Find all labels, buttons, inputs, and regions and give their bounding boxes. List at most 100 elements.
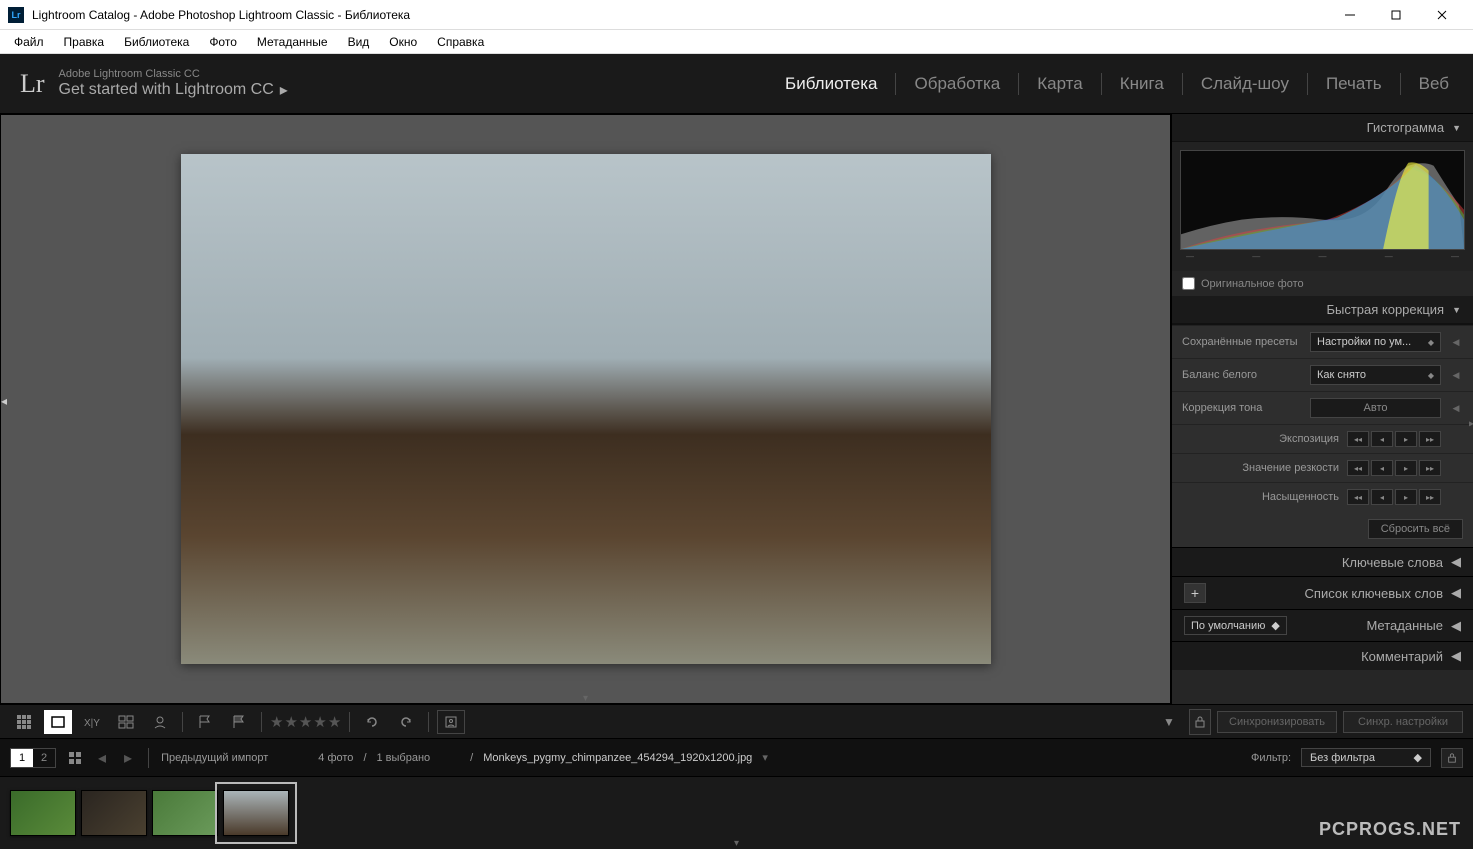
maximize-button[interactable] — [1373, 0, 1419, 30]
flag-reject-button[interactable] — [225, 710, 253, 734]
sharpness-increase-big[interactable]: ▸▸ — [1419, 460, 1441, 476]
exposure-decrease-big[interactable]: ◂◂ — [1347, 431, 1369, 447]
white-balance-select[interactable]: Как снято◆ — [1310, 365, 1441, 385]
survey-view-button[interactable] — [112, 710, 140, 734]
saturation-increase-big[interactable]: ▸▸ — [1419, 489, 1441, 505]
menu-view[interactable]: Вид — [338, 31, 380, 53]
logo-subtitle-bottom[interactable]: Get started with Lightroom CC▸ — [59, 80, 288, 100]
primary-display-button[interactable]: 1 — [11, 749, 33, 767]
right-panel: Гистограмма▼ ————— Оригинальное фото Быс… — [1171, 114, 1473, 704]
comment-header[interactable]: Комментарий◀ — [1172, 641, 1473, 670]
close-button[interactable] — [1419, 0, 1465, 30]
module-print[interactable]: Печать — [1322, 74, 1386, 94]
exposure-increase-big[interactable]: ▸▸ — [1419, 431, 1441, 447]
thumbnail-4[interactable] — [223, 790, 289, 836]
rotate-left-button[interactable] — [358, 710, 386, 734]
svg-text:X|Y: X|Y — [84, 718, 100, 729]
grid-icon[interactable] — [66, 746, 84, 770]
metadata-header[interactable]: По умолчанию◆ Метаданные◀ — [1172, 609, 1473, 641]
sharpness-decrease-big[interactable]: ◂◂ — [1347, 460, 1369, 476]
collapse-toggle[interactable]: ◀ — [1449, 337, 1463, 348]
thumbnail-2[interactable] — [81, 790, 147, 836]
module-book[interactable]: Книга — [1116, 74, 1168, 94]
play-icon: ▸ — [280, 80, 288, 100]
grid-view-button[interactable] — [10, 710, 38, 734]
thumbnail-3[interactable] — [152, 790, 218, 836]
toolbar: X|Y ★★★★★ ▼ Синхронизировать Синхр. наст… — [0, 704, 1473, 738]
module-slideshow[interactable]: Слайд-шоу — [1197, 74, 1293, 94]
nav-back-button[interactable]: ◂ — [94, 748, 110, 768]
dropdown-icon: ◆ — [1428, 371, 1434, 380]
filter-label: Фильтр: — [1251, 752, 1291, 764]
module-web[interactable]: Веб — [1415, 74, 1453, 94]
star-4[interactable]: ★ — [313, 713, 326, 731]
photo-canvas[interactable]: ◂ ▾ — [0, 114, 1171, 704]
sync-button[interactable]: Синхронизировать — [1217, 711, 1337, 733]
menu-library[interactable]: Библиотека — [114, 31, 199, 53]
exposure-decrease[interactable]: ◂ — [1371, 431, 1393, 447]
sharpness-increase[interactable]: ▸ — [1395, 460, 1417, 476]
saturation-increase[interactable]: ▸ — [1395, 489, 1417, 505]
star-5[interactable]: ★ — [328, 713, 341, 731]
menu-window[interactable]: Окно — [379, 31, 427, 53]
module-library[interactable]: Библиотека — [781, 74, 881, 94]
keywords-header[interactable]: Ключевые слова◀ — [1172, 547, 1473, 576]
original-photo-checkbox[interactable] — [1182, 277, 1195, 290]
thumbnail-1[interactable] — [10, 790, 76, 836]
collapse-toggle[interactable]: ◀ — [1449, 370, 1463, 381]
separator — [261, 712, 262, 732]
saved-presets-select[interactable]: Настройки по ум...◆ — [1310, 332, 1441, 352]
source-label[interactable]: Предыдущий импорт — [161, 752, 268, 764]
auto-button[interactable]: Авто — [1310, 398, 1441, 418]
quick-correction-header[interactable]: Быстрая коррекция▼ — [1172, 296, 1473, 324]
loupe-view-button[interactable] — [44, 710, 72, 734]
reset-all-button[interactable]: Сбросить всё — [1368, 519, 1463, 539]
metadata-mode-select[interactable]: По умолчанию◆ — [1184, 616, 1287, 635]
menu-help[interactable]: Справка — [427, 31, 494, 53]
flag-pick-button[interactable] — [191, 710, 219, 734]
face-detection-button[interactable] — [437, 710, 465, 734]
filmstrip[interactable]: PCPROGS.NET ▾ — [0, 776, 1473, 848]
menu-edit[interactable]: Правка — [54, 31, 115, 53]
nav-forward-button[interactable]: ▸ — [120, 748, 136, 768]
sync-settings-button[interactable]: Синхр. настройки — [1343, 711, 1463, 733]
saturation-decrease-big[interactable]: ◂◂ — [1347, 489, 1369, 505]
left-panel-toggle[interactable]: ◂ — [1, 394, 9, 424]
people-view-button[interactable] — [146, 710, 174, 734]
secondary-display-button[interactable]: 2 — [33, 749, 55, 767]
rotate-right-button[interactable] — [392, 710, 420, 734]
menu-file[interactable]: Файл — [4, 31, 54, 53]
minimize-button[interactable] — [1327, 0, 1373, 30]
chevron-left-icon: ◀ — [1451, 554, 1461, 570]
star-3[interactable]: ★ — [299, 713, 312, 731]
filmstrip-toggle[interactable]: ▾ — [734, 838, 739, 849]
keyword-list-header[interactable]: + Список ключевых слов◀ — [1172, 576, 1473, 609]
saturation-decrease[interactable]: ◂ — [1371, 489, 1393, 505]
histogram-header[interactable]: Гистограмма▼ — [1172, 114, 1473, 142]
star-2[interactable]: ★ — [284, 713, 297, 731]
module-map[interactable]: Карта — [1033, 74, 1087, 94]
collapse-toggle[interactable]: ◀ — [1449, 403, 1463, 414]
histogram-display[interactable] — [1180, 150, 1465, 250]
separator — [1307, 73, 1308, 95]
add-keyword-button[interactable]: + — [1184, 583, 1206, 603]
module-develop[interactable]: Обработка — [910, 74, 1004, 94]
menu-metadata[interactable]: Метаданные — [247, 31, 338, 53]
toolbar-dropdown[interactable]: ▼ — [1155, 710, 1183, 734]
lock-button[interactable] — [1189, 709, 1211, 735]
selected-count-label: 1 выбрано — [377, 752, 431, 764]
chevron-left-icon: ◀ — [1451, 585, 1461, 601]
menu-photo[interactable]: Фото — [199, 31, 247, 53]
filename-dropdown[interactable]: ▾ — [762, 751, 768, 764]
exposure-increase[interactable]: ▸ — [1395, 431, 1417, 447]
sharpness-decrease[interactable]: ◂ — [1371, 460, 1393, 476]
filter-select[interactable]: Без фильтра◆ — [1301, 748, 1431, 767]
chevron-down-icon: ▼ — [1452, 305, 1461, 315]
right-panel-toggle[interactable]: ▸ — [1469, 419, 1473, 430]
compare-view-button[interactable]: X|Y — [78, 710, 106, 734]
rating-stars[interactable]: ★★★★★ — [270, 713, 341, 731]
lightroom-logo: Lr — [20, 69, 45, 99]
filter-lock-button[interactable] — [1441, 748, 1463, 768]
star-1[interactable]: ★ — [270, 713, 283, 731]
bottom-panel-toggle[interactable]: ▾ — [583, 693, 588, 704]
